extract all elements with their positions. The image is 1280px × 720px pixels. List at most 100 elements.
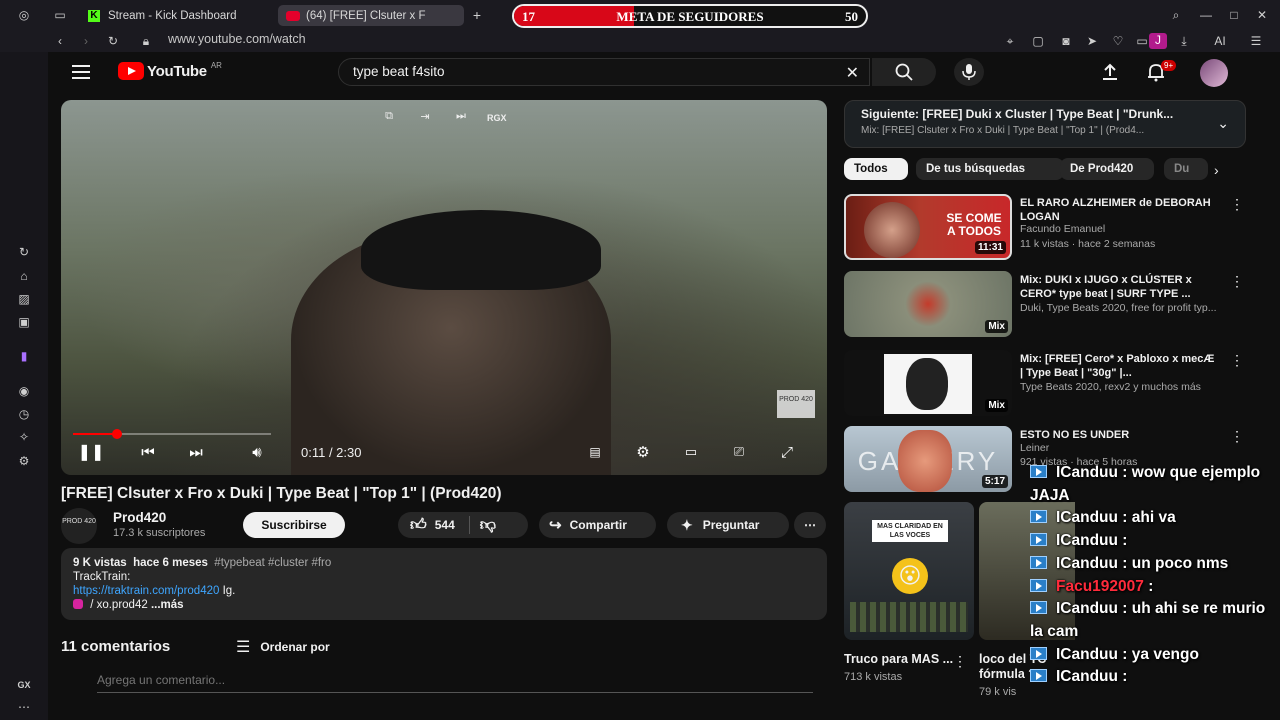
search-tabs-icon[interactable]: ⌕ xyxy=(1168,8,1184,22)
more-actions-button[interactable]: ⋯ xyxy=(794,512,826,538)
share-button[interactable]: ↪ Compartir xyxy=(539,512,656,538)
settings-icon[interactable]: ⚙ xyxy=(16,454,32,468)
short-thumbnail[interactable]: MAS CLARIDAD EN LAS VOCES 😮︎ xyxy=(844,502,974,640)
comment-input[interactable] xyxy=(97,673,813,693)
profile-button[interactable]: J xyxy=(1149,33,1167,49)
cast-icon[interactable]: ⎚ xyxy=(727,441,751,463)
video-title[interactable]: ESTO NO ES UNDER xyxy=(1020,428,1220,442)
chip-more[interactable]: Du xyxy=(1164,158,1208,180)
more-vert-icon[interactable]: ⋮ xyxy=(1230,273,1244,290)
instagram-handle[interactable]: / xo.prod42 xyxy=(90,599,148,611)
popout-icon[interactable]: ⧉ xyxy=(379,110,399,128)
channel-watermark[interactable]: PROD 420 xyxy=(777,390,815,418)
channel-name[interactable]: Type Beats 2020, rexv2 y muchos más xyxy=(1020,381,1240,393)
recommendation-item[interactable]: Mix Mix: [FREE] Cero* x Pabloxo x mecÆ |… xyxy=(844,350,1246,418)
like-icon[interactable]: 👍︎ xyxy=(410,516,427,535)
opera-gx-icon[interactable]: ◎ xyxy=(16,8,32,22)
video-title[interactable]: Mix: DUKI x IJUGO x CLÚSTER x CERO* type… xyxy=(1020,273,1220,301)
gx-control-icon[interactable]: ⌂ xyxy=(16,269,32,283)
pin-icon[interactable]: ⌖ xyxy=(1002,34,1018,48)
channel-name[interactable]: Prod420 xyxy=(113,510,166,525)
more-icon[interactable]: ⋯ xyxy=(16,700,32,714)
subscribe-button[interactable]: Suscribirse xyxy=(243,512,345,538)
ask-button[interactable]: ✦ Preguntar xyxy=(667,512,789,538)
heart-icon[interactable]: ♡ xyxy=(1110,34,1126,48)
back-icon[interactable]: ‹ xyxy=(52,34,68,48)
subtitles-icon[interactable]: ▤ xyxy=(583,441,607,463)
traktrain-link[interactable]: https://traktrain.com/prod420 xyxy=(73,585,219,597)
previous-icon[interactable]: ⏮ xyxy=(137,441,159,463)
rgx-badge[interactable]: RGX xyxy=(487,110,507,128)
chevron-right-icon[interactable]: › xyxy=(1214,162,1219,178)
hashtags[interactable]: #typebeat #cluster #fro xyxy=(214,557,331,569)
more-vert-icon[interactable]: ⋮ xyxy=(1230,196,1244,213)
description-box[interactable]: 9 K vistas hace 6 meses #typebeat #clust… xyxy=(61,548,827,620)
player-icon[interactable]: ◉ xyxy=(16,384,32,398)
voice-search-button[interactable] xyxy=(954,58,984,86)
chevron-down-icon[interactable]: ⌄ xyxy=(1217,115,1229,132)
up-next-panel[interactable]: Siguiente: [FREE] Duki x Cluster | Type … xyxy=(844,100,1246,148)
wallet-icon[interactable]: ▭ xyxy=(1134,34,1150,48)
search-button[interactable] xyxy=(872,58,936,86)
maximize-icon[interactable]: □ xyxy=(1226,8,1242,22)
forward-icon[interactable]: › xyxy=(78,34,94,48)
extensions-icon[interactable]: ✧ xyxy=(16,430,32,444)
channel-name[interactable]: Leiner xyxy=(1020,442,1240,454)
video-thumbnail[interactable]: GALLERY 5:17 xyxy=(844,426,1012,492)
show-more-link[interactable]: ...más xyxy=(151,599,184,611)
minimize-icon[interactable]: — xyxy=(1198,8,1214,22)
gx-label[interactable]: GX xyxy=(16,678,32,692)
recommendation-item[interactable]: Mix Mix: DUKI x IJUGO x CLÚSTER x CERO* … xyxy=(844,271,1246,339)
more-vert-icon[interactable]: ⋮ xyxy=(1230,352,1244,369)
history-icon[interactable]: ↻ xyxy=(16,245,32,259)
video-title[interactable]: Mix: [FREE] Cero* x Pabloxo x mecÆ | Typ… xyxy=(1020,352,1220,380)
channel-name[interactable]: Facundo Emanuel xyxy=(1020,223,1240,235)
like-count[interactable]: 544 xyxy=(435,518,455,532)
shield-icon[interactable]: ◙ xyxy=(1058,34,1074,48)
send-icon[interactable]: ➤ xyxy=(1084,34,1100,48)
tab-youtube-video[interactable]: (64) [FREE] Clsuter x F xyxy=(278,5,464,26)
theater-mode-icon[interactable]: ▭ xyxy=(679,441,703,463)
video-thumbnail[interactable]: Mix xyxy=(844,271,1012,337)
clear-search-icon[interactable]: ✕ xyxy=(846,63,859,83)
channel-name[interactable]: Duki, Type Beats 2020, free for profit t… xyxy=(1020,302,1240,314)
video-title[interactable]: EL RARO ALZHEIMER de DEBORAH LOGAN xyxy=(1020,196,1220,224)
download-icon[interactable]: ⤓ xyxy=(1176,34,1192,48)
recommendation-item[interactable]: SE COME A TODOS 11:31 EL RARO ALZHEIMER … xyxy=(844,194,1246,262)
channel-avatar[interactable]: PROD 420 xyxy=(61,508,97,544)
hamburger-menu-icon[interactable] xyxy=(72,65,90,79)
video-thumbnail[interactable]: Mix xyxy=(844,350,1012,416)
video-thumbnail[interactable]: SE COME A TODOS 11:31 xyxy=(844,194,1012,260)
account-avatar[interactable] xyxy=(1200,59,1228,87)
youtube-logo[interactable]: YouTube AR xyxy=(118,61,222,80)
search-input[interactable] xyxy=(353,64,833,79)
video-player[interactable]: ⧉ ⇥ ⏭ RGX PROD 420 ❚❚ ⏮ ⏭ 🔊︎ 0:11 / 2:30… xyxy=(61,100,827,475)
gx-cleaner-icon[interactable]: ▨ xyxy=(16,292,32,306)
more-vert-icon[interactable]: ⋮ xyxy=(1230,428,1244,445)
more-vert-icon[interactable]: ⋮ xyxy=(953,653,967,670)
settings-gear-icon[interactable]: ⚙ xyxy=(631,441,655,463)
tab-islands-icon[interactable]: ▭ xyxy=(52,8,68,22)
pause-icon[interactable]: ❚❚ xyxy=(78,441,105,463)
tab-kick-dashboard[interactable]: K Stream - Kick Dashboard xyxy=(80,5,272,26)
new-tab-button[interactable]: + xyxy=(469,8,485,22)
cast-to-tab-icon[interactable]: ⇥ xyxy=(415,110,435,128)
dislike-icon[interactable]: 👎︎ xyxy=(480,516,496,535)
twitch-icon[interactable]: ▮ xyxy=(16,349,32,363)
clock-icon[interactable]: ◷ xyxy=(16,407,32,421)
url-field[interactable]: www.youtube.com/watch xyxy=(168,32,306,46)
upload-icon[interactable] xyxy=(1100,62,1120,82)
messenger-icon[interactable]: ▣ xyxy=(16,315,32,329)
skip-icon[interactable]: ⏭ xyxy=(451,110,471,128)
volume-icon[interactable]: 🔊︎ xyxy=(245,441,269,463)
next-icon[interactable]: ⏭ xyxy=(185,441,207,463)
reload-icon[interactable]: ↻ xyxy=(105,34,121,48)
ai-button[interactable]: AI xyxy=(1206,34,1234,48)
easy-setup-icon[interactable]: ☰ xyxy=(1248,34,1264,48)
chip-all[interactable]: Todos xyxy=(844,158,908,180)
sort-comments-button[interactable]: ☰ Ordenar por xyxy=(236,637,330,657)
snapshot-icon[interactable]: ▢ xyxy=(1030,34,1046,48)
fullscreen-icon[interactable]: ⤢ xyxy=(775,441,799,463)
chip-searches[interactable]: De tus búsquedas xyxy=(916,158,1064,180)
close-window-icon[interactable]: ✕ xyxy=(1254,8,1270,22)
